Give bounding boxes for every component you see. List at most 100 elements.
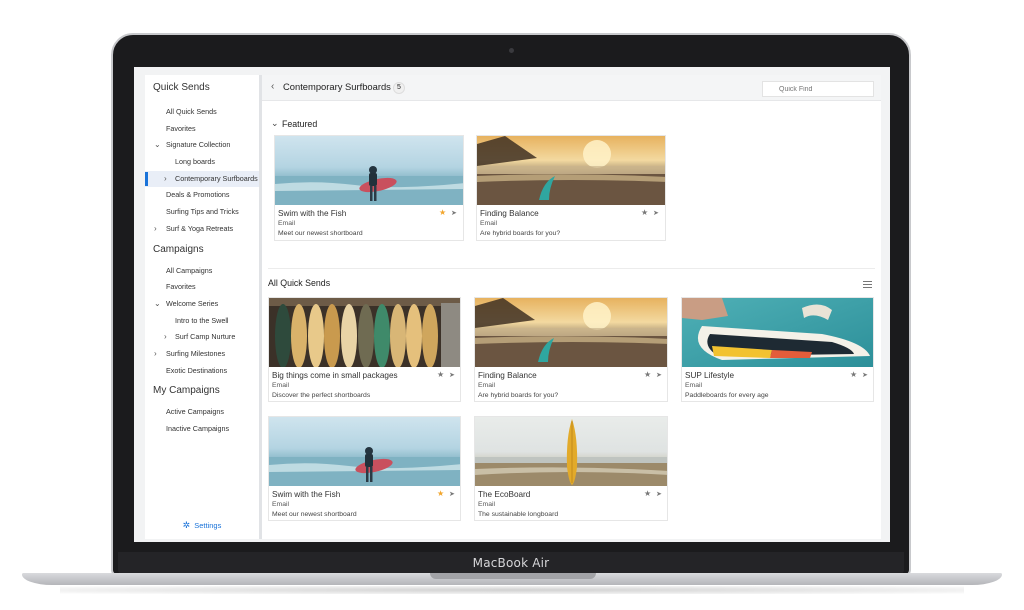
sidebar-item-favorites[interactable]: Favorites (145, 121, 259, 138)
sidebar: Quick Sends All Quick Sends Favorites ⌄ S… (145, 75, 259, 539)
chevron-down-icon[interactable]: ⌄ (154, 296, 161, 313)
card-title: Swim with the Fish (272, 490, 341, 499)
main-panel: ‹ Contemporary Surfboards 5 ⚲ ⌄ Featured (262, 75, 881, 539)
quick-send-card[interactable]: The EcoBoard ★ ➤ Email The sustainable l… (474, 416, 668, 521)
card-thumbnail (269, 417, 460, 486)
card-description: Paddleboards for every age (685, 392, 769, 399)
sidebar-item-label: Favorites (166, 282, 196, 292)
card-description: Meet our newest shortboard (272, 511, 357, 518)
settings-label: Settings (194, 521, 222, 530)
card-thumbnail (475, 298, 667, 367)
page-title: Contemporary Surfboards (283, 81, 391, 92)
sidebar-item-active-campaigns[interactable]: Active Campaigns (145, 404, 259, 421)
sidebar-item-label: Intro to the Swell (175, 315, 229, 325)
section-divider (268, 268, 875, 269)
chevron-right-icon[interactable]: › (164, 329, 167, 346)
sidebar-item-label: Surf & Yoga Retreats (166, 223, 234, 233)
chevron-right-icon[interactable]: › (154, 221, 157, 238)
card-title: Finding Balance (480, 209, 539, 218)
quick-send-card[interactable]: Swim with the Fish ★ ➤ Email Meet our ne… (268, 416, 461, 521)
card-type: Email (685, 382, 702, 389)
chevron-right-icon[interactable]: › (154, 346, 157, 363)
sidebar-item-label: Inactive Campaigns (166, 424, 230, 433)
all-quick-sends-heading: All Quick Sends (268, 278, 331, 288)
card-title: The EcoBoard (478, 490, 531, 499)
screen: Quick Sends All Quick Sends Favorites ⌄ S… (134, 67, 890, 542)
featured-heading: Featured (282, 119, 318, 129)
sidebar-item-label: Active Campaigns (166, 407, 224, 417)
favorite-star-icon[interactable]: ★ (439, 208, 446, 217)
send-icon[interactable]: ➤ (451, 209, 457, 217)
card-description: Are hybrid boards for you? (480, 230, 561, 237)
sidebar-item-exotic-destinations[interactable]: Exotic Destinations (145, 363, 259, 380)
sidebar-item-intro-to-the-swell[interactable]: Intro to the Swell (145, 313, 259, 330)
chevron-left-icon[interactable]: ‹ (271, 81, 274, 92)
card-type: Email (278, 220, 295, 227)
sidebar-item-campaign-favorites[interactable]: Favorites (145, 279, 259, 296)
card-title: Finding Balance (478, 371, 537, 380)
sidebar-item-label: Deals & Promotions (166, 190, 230, 200)
card-description: Discover the perfect shortboards (272, 392, 371, 399)
laptop-shadow (60, 586, 964, 594)
content-header: ‹ Contemporary Surfboards 5 ⚲ (262, 75, 881, 101)
card-thumbnail (269, 298, 460, 367)
quick-send-card[interactable]: Swim with the Fish ★ ➤ Email Meet our ne… (274, 135, 464, 241)
favorite-star-icon[interactable]: ★ (437, 489, 444, 498)
send-icon[interactable]: ➤ (449, 490, 455, 498)
sidebar-item-label: Favorites (166, 123, 196, 133)
list-view-icon[interactable] (863, 281, 872, 289)
card-title: Swim with the Fish (278, 209, 347, 218)
card-thumbnail (682, 298, 873, 367)
section-campaigns: Campaigns (153, 243, 204, 255)
sidebar-item-label: Contemporary Surfboards (175, 173, 258, 183)
card-type: Email (272, 501, 289, 508)
quick-send-card[interactable]: Finding Balance ★ ➤ Email Are hybrid boa… (476, 135, 666, 241)
sidebar-item-surfing-milestones[interactable]: › Surfing Milestones (145, 346, 259, 363)
favorite-star-icon[interactable]: ★ (644, 489, 651, 498)
card-description: The sustainable longboard (478, 511, 559, 518)
camera-dot (509, 48, 514, 53)
favorite-star-icon[interactable]: ★ (850, 370, 857, 379)
quick-find-input[interactable] (762, 81, 874, 97)
sidebar-item-welcome-series[interactable]: ⌄ Welcome Series (145, 296, 259, 313)
favorite-star-icon[interactable]: ★ (437, 370, 444, 379)
sidebar-item-surf-camp-nurture[interactable]: › Surf Camp Nurture (145, 329, 259, 346)
sidebar-item-inactive-campaigns[interactable]: Inactive Campaigns (145, 421, 259, 438)
laptop-chin: MacBook Air (118, 552, 904, 574)
card-type: Email (272, 382, 289, 389)
send-icon[interactable]: ➤ (653, 209, 659, 217)
sidebar-item-all-campaigns[interactable]: All Campaigns (145, 263, 259, 280)
card-title: Big things come in small packages (272, 371, 398, 380)
card-thumbnail (477, 136, 665, 205)
quick-send-card[interactable]: SUP Lifestyle ★ ➤ Email Paddleboards for… (681, 297, 874, 402)
sidebar-item-label: Exotic Destinations (166, 365, 228, 375)
send-icon[interactable]: ➤ (449, 371, 455, 379)
device-label: MacBook Air (472, 556, 550, 570)
card-description: Are hybrid boards for you? (478, 392, 559, 399)
send-icon[interactable]: ➤ (862, 371, 868, 379)
card-type: Email (480, 220, 497, 227)
card-type: Email (478, 382, 495, 389)
send-icon[interactable]: ➤ (656, 371, 662, 379)
sidebar-item-all-quick-sends[interactable]: All Quick Sends (145, 104, 259, 121)
sidebar-item-long-boards[interactable]: Long boards (145, 154, 259, 171)
sidebar-item-label: All Campaigns (166, 265, 213, 275)
favorite-star-icon[interactable]: ★ (644, 370, 651, 379)
sidebar-item-label: Welcome Series (166, 298, 219, 308)
sidebar-item-surf-yoga-retreats[interactable]: › Surf & Yoga Retreats (145, 221, 259, 238)
settings-link[interactable]: ✲ Settings (145, 520, 259, 531)
sidebar-item-deals-promotions[interactable]: Deals & Promotions (145, 187, 259, 204)
send-icon[interactable]: ➤ (656, 490, 662, 498)
chevron-down-icon[interactable]: ⌄ (271, 118, 279, 129)
card-description: Meet our newest shortboard (278, 230, 363, 237)
chevron-down-icon[interactable]: ⌄ (154, 137, 161, 154)
favorite-star-icon[interactable]: ★ (641, 208, 648, 217)
sidebar-item-signature-collection[interactable]: ⌄ Signature Collection (145, 137, 259, 154)
laptop-notch (430, 573, 596, 579)
chevron-right-icon[interactable]: › (164, 171, 167, 188)
quick-send-card[interactable]: Big things come in small packages ★ ➤ Em… (268, 297, 461, 402)
sidebar-item-label: Surfing Tips and Tricks (166, 207, 239, 217)
quick-send-card[interactable]: Finding Balance ★ ➤ Email Are hybrid boa… (474, 297, 668, 402)
sidebar-item-surfing-tips[interactable]: Surfing Tips and Tricks (145, 204, 259, 221)
sidebar-item-contemporary-surfboards[interactable]: › Contemporary Surfboards (145, 170, 259, 188)
